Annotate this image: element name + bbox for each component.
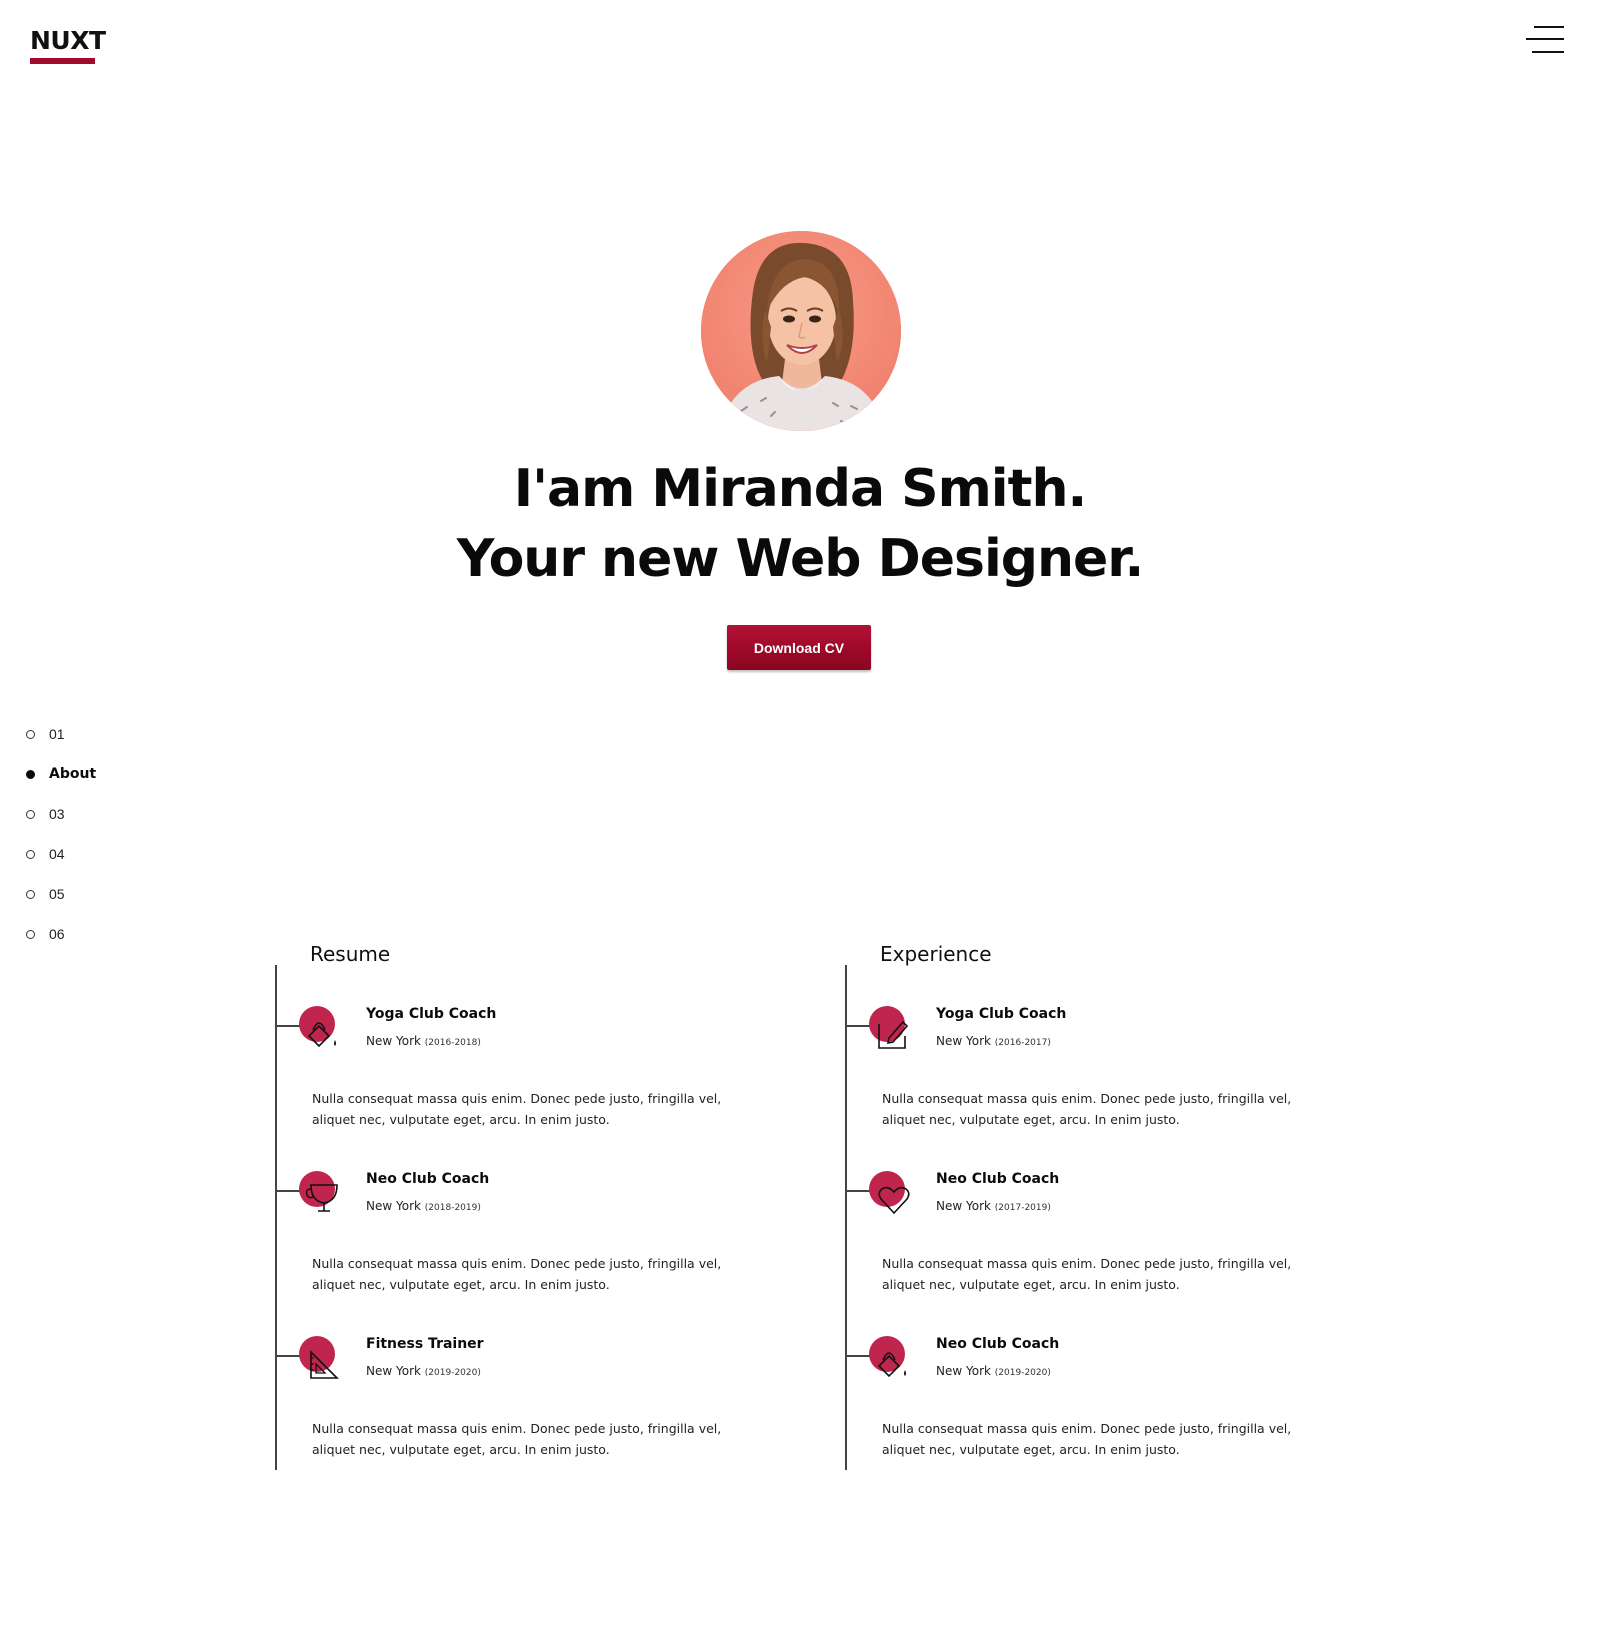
dot-nav-label: 05	[49, 886, 65, 902]
timeline-entry: Yoga Club Coach New York (2016-2017) Nul…	[845, 940, 1315, 1127]
trophy-icon	[299, 1171, 338, 1212]
dot-nav-label: 04	[49, 846, 65, 862]
menu-line	[1534, 26, 1564, 28]
entry-location: New York (2016-2018)	[366, 1034, 481, 1048]
nav-dot	[26, 849, 35, 859]
entry-title: Yoga Club Coach	[936, 1006, 1067, 1022]
heart-icon	[869, 1171, 910, 1215]
dot-nav-item-06[interactable]: 06	[26, 914, 96, 954]
site-logo[interactable]: NUXT	[30, 26, 106, 56]
logo-underline	[30, 58, 95, 64]
menu-line	[1526, 38, 1564, 40]
dot-nav-item-05[interactable]: 05	[26, 874, 96, 914]
timeline-entry: Neo Club Coach New York (2019-2020) Null…	[845, 1270, 1315, 1457]
entry-location: New York (2019-2020)	[936, 1364, 1051, 1378]
set-square-icon	[299, 1336, 339, 1379]
hero-heading-role: Your new Web Designer.	[456, 529, 1145, 589]
dot-nav-item-01[interactable]: 01	[26, 714, 96, 754]
entry-title: Neo Club Coach	[366, 1171, 490, 1187]
dot-nav-label: 06	[49, 926, 65, 942]
paint-bucket-icon	[299, 1006, 336, 1048]
avatar	[701, 231, 901, 431]
entry-description: Nulla consequat massa quis enim. Donec p…	[882, 1421, 1292, 1457]
entry-years: (2017-2019)	[994, 1203, 1051, 1213]
hamburger-menu-icon[interactable]	[1526, 26, 1564, 56]
dot-nav-item-03[interactable]: 03	[26, 794, 96, 834]
timeline-entry: Fitness Trainer New York (2019-2020) Nul…	[275, 1270, 745, 1457]
entry-location-text: New York	[366, 1364, 421, 1378]
entry-location-text: New York	[936, 1199, 991, 1213]
resume-section: Resume Yoga Club Coach New York (2016-20…	[275, 940, 745, 1470]
hero-heading-name: I'am Miranda Smith.	[513, 459, 1087, 519]
entry-title: Fitness Trainer	[366, 1336, 484, 1352]
entry-title: Neo Club Coach	[936, 1171, 1060, 1187]
entry-title: Yoga Club Coach	[366, 1006, 497, 1022]
nav-dot	[26, 889, 35, 899]
nav-dot	[26, 729, 35, 739]
entry-location: New York (2018-2019)	[366, 1199, 481, 1213]
dot-nav-item-about[interactable]: About	[26, 754, 96, 794]
section-dot-nav: 01 About 03 04 05 06	[26, 714, 96, 954]
nav-dot-active	[26, 769, 35, 779]
entry-location-text: New York	[366, 1199, 421, 1213]
menu-line	[1532, 51, 1564, 53]
entry-years: (2019-2020)	[424, 1368, 481, 1378]
download-cv-button[interactable]: Download CV	[727, 625, 871, 670]
paint-bucket-icon	[869, 1336, 906, 1378]
dot-nav-label: About	[49, 766, 97, 782]
timeline-entry: Neo Club Coach New York (2017-2019) Null…	[845, 1105, 1315, 1292]
entry-years: (2016-2017)	[994, 1038, 1051, 1048]
entry-location: New York (2019-2020)	[366, 1364, 481, 1378]
dot-nav-label: 01	[49, 726, 65, 742]
timeline-entry: Neo Club Coach New York (2018-2019) Null…	[275, 1105, 745, 1292]
entry-years: (2016-2018)	[424, 1038, 481, 1048]
entry-location: New York (2016-2017)	[936, 1034, 1051, 1048]
entry-description: Nulla consequat massa quis enim. Donec p…	[312, 1421, 722, 1457]
dot-nav-label: 03	[49, 806, 65, 822]
entry-location-text: New York	[936, 1364, 991, 1378]
entry-years: (2018-2019)	[424, 1203, 481, 1213]
edit-pencil-icon	[869, 1006, 909, 1049]
entry-location-text: New York	[366, 1034, 421, 1048]
entry-years: (2019-2020)	[994, 1368, 1051, 1378]
nav-dot	[26, 809, 35, 819]
dot-nav-item-04[interactable]: 04	[26, 834, 96, 874]
entry-location-text: New York	[936, 1034, 991, 1048]
timeline-entry: Yoga Club Coach New York (2016-2018) Nul…	[275, 940, 745, 1127]
nav-dot	[26, 929, 35, 939]
entry-location: New York (2017-2019)	[936, 1199, 1051, 1213]
experience-section: Experience Yoga Club Coach New York (201…	[845, 940, 1315, 1470]
entry-title: Neo Club Coach	[936, 1336, 1060, 1352]
